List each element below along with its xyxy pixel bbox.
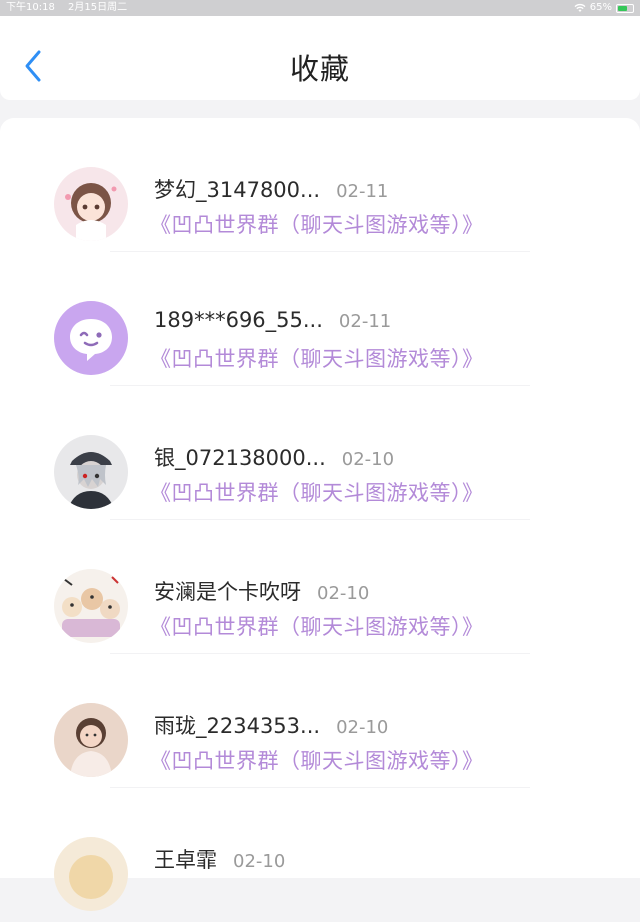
favorites-list: 梦幻_3147800... 02-11 《凹凸世界群（聊天斗图游戏等）》 189… <box>0 118 640 911</box>
avatar[interactable] <box>54 837 128 911</box>
battery-level <box>618 5 628 11</box>
anime-boy-avatar <box>54 435 128 509</box>
status-right: 65% <box>574 0 634 16</box>
list-item[interactable]: 雨珑_2234353... 02-10 《凹凸世界群（聊天斗图游戏等）》 <box>0 654 640 788</box>
username: 梦幻_3147800... <box>154 178 321 202</box>
anime-girl-avatar <box>54 167 128 241</box>
date: 02-10 <box>317 583 370 604</box>
list-item[interactable]: 王卓霏 02-10 <box>0 788 640 922</box>
sticker-collage-avatar <box>54 569 128 643</box>
partial-avatar <box>54 837 128 911</box>
status-bar: 下午10:18 2月15日周二 65% <box>0 0 640 16</box>
username: 银_072138000... <box>154 446 326 470</box>
item-header: 王卓霏 02-10 <box>154 844 285 874</box>
username: 雨珑_2234353... <box>154 714 321 738</box>
group-link[interactable]: 《凹凸世界群（聊天斗图游戏等）》 <box>150 611 484 641</box>
item-header: 银_072138000... 02-10 <box>154 442 394 472</box>
date: 02-10 <box>336 717 389 738</box>
item-header: 189***696_55... 02-11 <box>154 308 391 332</box>
avatar[interactable] <box>54 569 128 643</box>
avatar[interactable] <box>54 435 128 509</box>
group-link[interactable]: 《凹凸世界群（聊天斗图游戏等）》 <box>150 209 484 239</box>
avatar[interactable] <box>54 301 128 375</box>
chat-bubble-avatar <box>54 301 128 375</box>
group-link[interactable]: 《凹凸世界群（聊天斗图游戏等）》 <box>150 343 484 373</box>
date: 02-10 <box>341 449 395 470</box>
date: 02-10 <box>233 851 286 872</box>
item-header: 梦幻_3147800... 02-11 <box>154 174 388 204</box>
battery-percent: 65% <box>589 2 612 13</box>
page-title: 收藏 <box>289 52 350 86</box>
avatar[interactable] <box>54 167 128 241</box>
group-link[interactable]: 《凹凸世界群（聊天斗图游戏等）》 <box>150 745 484 775</box>
list-item[interactable]: 安澜是个卡吹呀 02-10 《凹凸世界群（聊天斗图游戏等）》 <box>0 520 640 654</box>
list-item[interactable]: 梦幻_3147800... 02-11 《凹凸世界群（聊天斗图游戏等）》 <box>0 118 640 252</box>
item-header: 雨珑_2234353... 02-10 <box>154 710 388 740</box>
battery-icon <box>616 3 634 13</box>
username: 189***696_55... <box>154 308 323 332</box>
group-link[interactable]: 《凹凸世界群（聊天斗图游戏等）》 <box>150 477 484 507</box>
photo-girl-avatar <box>54 703 128 777</box>
list-item[interactable]: 银_072138000... 02-10 《凹凸世界群（聊天斗图游戏等）》 <box>0 386 640 520</box>
avatar[interactable] <box>54 703 128 777</box>
status-left: 下午10:18 2月15日周二 <box>6 0 137 16</box>
wifi-icon <box>574 4 586 12</box>
username: 安澜是个卡吹呀 <box>154 580 301 604</box>
header: 收藏 <box>0 16 640 100</box>
date: 02-11 <box>338 311 392 332</box>
status-date: 2月15日周二 <box>68 2 128 13</box>
list-item[interactable]: 189***696_55... 02-11 《凹凸世界群（聊天斗图游戏等）》 <box>0 252 640 386</box>
username: 王卓霏 <box>154 848 217 872</box>
status-time: 下午10:18 <box>6 2 55 13</box>
item-header: 安澜是个卡吹呀 02-10 <box>154 576 369 606</box>
date: 02-11 <box>336 181 389 202</box>
